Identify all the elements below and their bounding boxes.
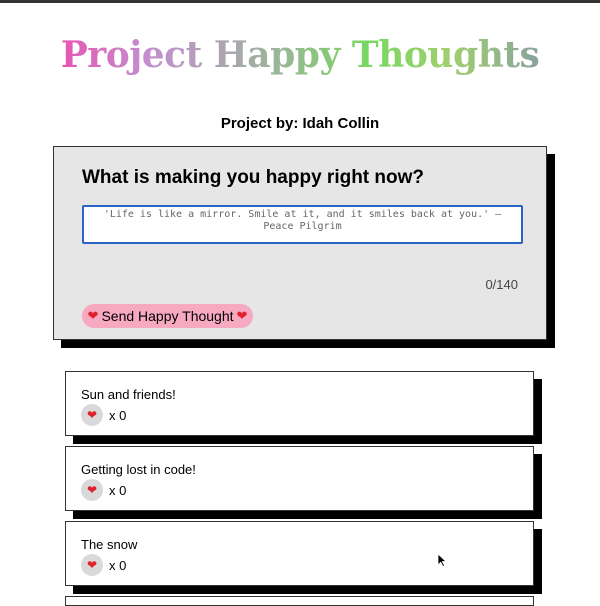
thought-message: Getting lost in code! [81, 462, 196, 477]
like-count: x 0 [109, 407, 127, 423]
page-title: Project Happy Thoughts [0, 34, 600, 76]
like-heart-button[interactable]: ❤ [81, 554, 103, 576]
send-button-label: Send Happy Thought [101, 308, 234, 324]
thought-textarea[interactable] [82, 205, 523, 244]
browser-top-edge [0, 0, 600, 3]
like-row: ❤ x 0 [81, 479, 126, 501]
thought-card-partial [65, 596, 534, 606]
heart-icon: ❤ [86, 408, 98, 422]
thought-card: Sun and friends! ❤ x 0 [65, 371, 534, 436]
thought-card: Getting lost in code! ❤ x 0 [65, 446, 534, 511]
thought-message: Sun and friends! [81, 387, 176, 402]
heart-icon: ❤ [86, 558, 98, 572]
character-counter: 0/140 [485, 277, 518, 292]
heart-icon: ❤ [86, 483, 98, 497]
like-heart-button[interactable]: ❤ [81, 404, 103, 426]
thought-form-card: What is making you happy right now? 0/14… [53, 146, 547, 340]
heart-icon: ❤ [87, 308, 99, 323]
like-count: x 0 [109, 482, 127, 498]
like-heart-button[interactable]: ❤ [81, 479, 103, 501]
heart-icon: ❤ [236, 308, 248, 323]
like-count: x 0 [109, 557, 127, 573]
like-row: ❤ x 0 [81, 554, 126, 576]
mouse-pointer-icon [437, 553, 447, 567]
form-heading: What is making you happy right now? [82, 167, 425, 188]
thought-message: The snow [81, 537, 138, 552]
send-happy-thought-button[interactable]: ❤ Send Happy Thought ❤ [82, 304, 253, 328]
like-row: ❤ x 0 [81, 404, 126, 426]
thought-card: The snow ❤ x 0 [65, 521, 534, 586]
author-byline: Project by: Idah Collin [220, 115, 380, 132]
